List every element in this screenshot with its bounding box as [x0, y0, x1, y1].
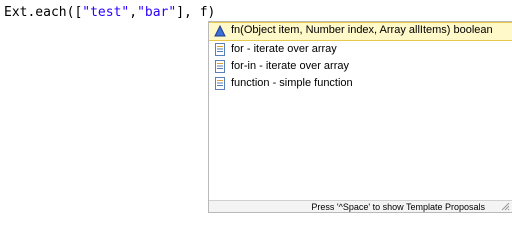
proposal-label: fn(Object item, Number index, Array allI…: [231, 24, 493, 36]
code-editor-line[interactable]: Ext.each(["test","bar"], f): [4, 4, 215, 21]
status-hint: Press '^Space' to show Template Proposal…: [311, 202, 485, 212]
code-suffix: ], f): [176, 5, 216, 20]
template-icon: [215, 43, 225, 56]
autocomplete-popup[interactable]: fn(Object item, Number index, Array allI…: [208, 21, 512, 213]
proposal-list[interactable]: fn(Object item, Number index, Array allI…: [209, 22, 512, 92]
proposal-item-fn[interactable]: fn(Object item, Number index, Array allI…: [209, 22, 512, 41]
proposal-label: function - simple function: [231, 77, 353, 89]
string-literal-test: "test": [82, 5, 130, 20]
string-literal-bar: "bar": [137, 5, 177, 20]
proposal-label: for-in - iterate over array: [231, 60, 349, 72]
template-icon: [215, 60, 225, 73]
resize-grip-icon[interactable]: [501, 202, 510, 211]
proposal-label: for - iterate over array: [231, 43, 337, 55]
code-prefix: Ext.each([: [4, 5, 83, 20]
code-comma: ,: [129, 5, 138, 20]
proposal-item-for[interactable]: for - iterate over array: [209, 41, 512, 58]
proposal-item-function[interactable]: function - simple function: [209, 75, 512, 92]
status-bar: Press '^Space' to show Template Proposal…: [209, 200, 512, 212]
method-icon: [214, 25, 226, 37]
template-icon: [215, 77, 225, 90]
proposal-item-for-in[interactable]: for-in - iterate over array: [209, 58, 512, 75]
